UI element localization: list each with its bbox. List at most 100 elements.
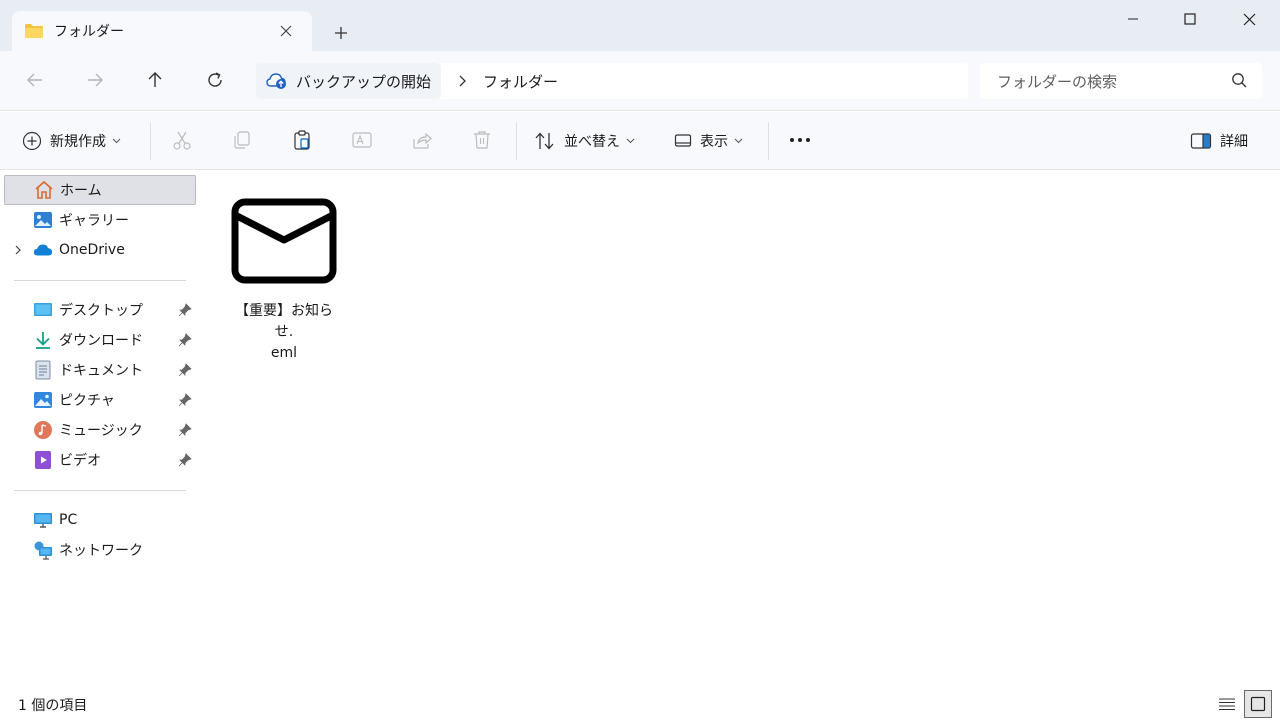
cloud-icon [33, 240, 53, 260]
arrow-left-icon [27, 73, 42, 87]
video-icon [33, 450, 53, 470]
large-icons-view-button[interactable] [1244, 690, 1272, 718]
search-input[interactable]: フォルダーの検索 [980, 63, 1262, 99]
list-view-icon [1219, 698, 1235, 711]
pin-icon[interactable] [178, 303, 192, 317]
item-count: 1 個の項目 [18, 698, 88, 714]
refresh-icon [208, 72, 222, 87]
sidebar-item-label: ギャラリー [59, 213, 129, 229]
refresh-button[interactable] [198, 63, 232, 97]
sidebar-item-videos[interactable]: ビデオ [4, 445, 196, 475]
delete-button[interactable] [470, 128, 494, 152]
minimize-button[interactable] [1104, 0, 1162, 38]
search-placeholder: フォルダーの検索 [997, 72, 1118, 91]
pictures-icon [33, 390, 53, 410]
close-icon [1243, 13, 1255, 25]
pin-icon[interactable] [178, 423, 192, 437]
sidebar-item-downloads[interactable]: ダウンロード [4, 325, 196, 355]
pin-icon[interactable] [178, 393, 192, 407]
pc-icon [33, 510, 53, 530]
search-icon [1232, 73, 1247, 88]
status-bar: 1 個の項目 [0, 689, 1280, 720]
breadcrumb[interactable]: バックアップの開始 フォルダー [256, 63, 968, 99]
rename-button[interactable] [350, 128, 374, 152]
minimize-icon [1128, 18, 1138, 20]
new-button-label: 新規作成 [50, 134, 106, 150]
more-options-button[interactable] [788, 128, 812, 152]
pin-icon[interactable] [178, 333, 192, 347]
toolbar-divider [150, 122, 151, 160]
view-icon [674, 134, 692, 147]
gallery-icon [33, 210, 53, 230]
forward-button[interactable] [78, 63, 112, 97]
sidebar-item-label: PC [59, 512, 78, 528]
plus-circle-icon [22, 131, 42, 151]
scissors-icon [173, 131, 191, 150]
sidebar-item-label: ピクチャ [59, 393, 115, 409]
toolbar-divider [516, 122, 517, 160]
sidebar-item-pictures[interactable]: ピクチャ [4, 385, 196, 415]
sidebar-item-label: ネットワーク [59, 543, 143, 559]
sidebar-item-home[interactable]: ホーム [4, 175, 196, 205]
title-bar: フォルダー [0, 0, 1280, 51]
details-pane-icon [1190, 133, 1212, 149]
chevron-right-icon[interactable] [457, 75, 467, 87]
cut-button[interactable] [170, 128, 194, 152]
home-icon [34, 180, 54, 200]
sidebar-item-label: デスクトップ [59, 303, 143, 319]
sidebar-item-gallery[interactable]: ギャラリー [4, 205, 196, 235]
chevron-right-icon[interactable] [12, 244, 24, 256]
chevron-down-icon [734, 138, 743, 144]
sidebar-item-onedrive[interactable]: OneDrive [4, 235, 196, 265]
back-button[interactable] [18, 63, 52, 97]
sidebar-item-label: OneDrive [59, 242, 125, 258]
file-item[interactable]: 【重要】お知らせ. eml [226, 193, 342, 361]
toolbar-divider [768, 122, 769, 160]
maximize-button[interactable] [1161, 0, 1219, 38]
cloud-backup-icon [266, 73, 286, 89]
file-name: 【重要】お知らせ. eml [226, 301, 342, 364]
sidebar-item-documents[interactable]: ドキュメント [4, 355, 196, 385]
sort-button-label: 並べ替え [564, 134, 620, 150]
new-button[interactable]: 新規作成 [22, 125, 121, 157]
sidebar-item-desktop[interactable]: デスクトップ [4, 295, 196, 325]
close-window-button[interactable] [1220, 0, 1278, 38]
details-view-button[interactable] [1213, 690, 1241, 718]
sidebar-item-label: ミュージック [59, 423, 143, 439]
address-bar: バックアップの開始 フォルダー フォルダーの検索 [0, 51, 1280, 111]
chevron-down-icon [626, 138, 635, 144]
new-tab-button[interactable] [328, 20, 354, 46]
paste-button[interactable] [290, 128, 314, 152]
breadcrumb-root[interactable]: バックアップの開始 [256, 63, 442, 99]
file-name-line: 【重要】お知らせ. [235, 303, 333, 340]
breadcrumb-item-folder[interactable]: フォルダー [483, 71, 558, 92]
view-button-label: 表示 [700, 134, 728, 150]
trash-icon [474, 131, 490, 149]
sort-icon [535, 132, 554, 150]
file-list: 【重要】お知らせ. eml [200, 171, 1280, 689]
share-button[interactable] [410, 128, 434, 152]
network-icon [33, 540, 53, 560]
tab-title: フォルダー [54, 24, 124, 40]
sidebar-item-label: ドキュメント [59, 363, 143, 379]
copy-button[interactable] [230, 128, 254, 152]
pin-icon[interactable] [178, 453, 192, 467]
sidebar-divider [14, 280, 186, 281]
details-button[interactable]: 詳細 [1190, 125, 1248, 157]
share-icon [413, 132, 432, 149]
mail-icon [231, 198, 337, 284]
up-button[interactable] [138, 63, 172, 97]
view-button[interactable]: 表示 [674, 125, 743, 157]
sidebar-item-network[interactable]: ネットワーク [4, 535, 196, 565]
tab-close-icon[interactable] [276, 21, 296, 41]
sidebar-item-music[interactable]: ミュージック [4, 415, 196, 445]
download-icon [33, 330, 53, 350]
sort-button[interactable]: 並べ替え [534, 125, 635, 157]
tiles-view-icon [1250, 696, 1266, 712]
sidebar-item-label: ホーム [60, 183, 102, 199]
tab-folder[interactable]: フォルダー [12, 11, 312, 51]
pin-icon[interactable] [178, 363, 192, 377]
command-bar: 新規作成 並べ替え 表示 詳細 [0, 112, 1280, 170]
document-icon [33, 360, 53, 380]
sidebar-item-pc[interactable]: PC [4, 505, 196, 535]
